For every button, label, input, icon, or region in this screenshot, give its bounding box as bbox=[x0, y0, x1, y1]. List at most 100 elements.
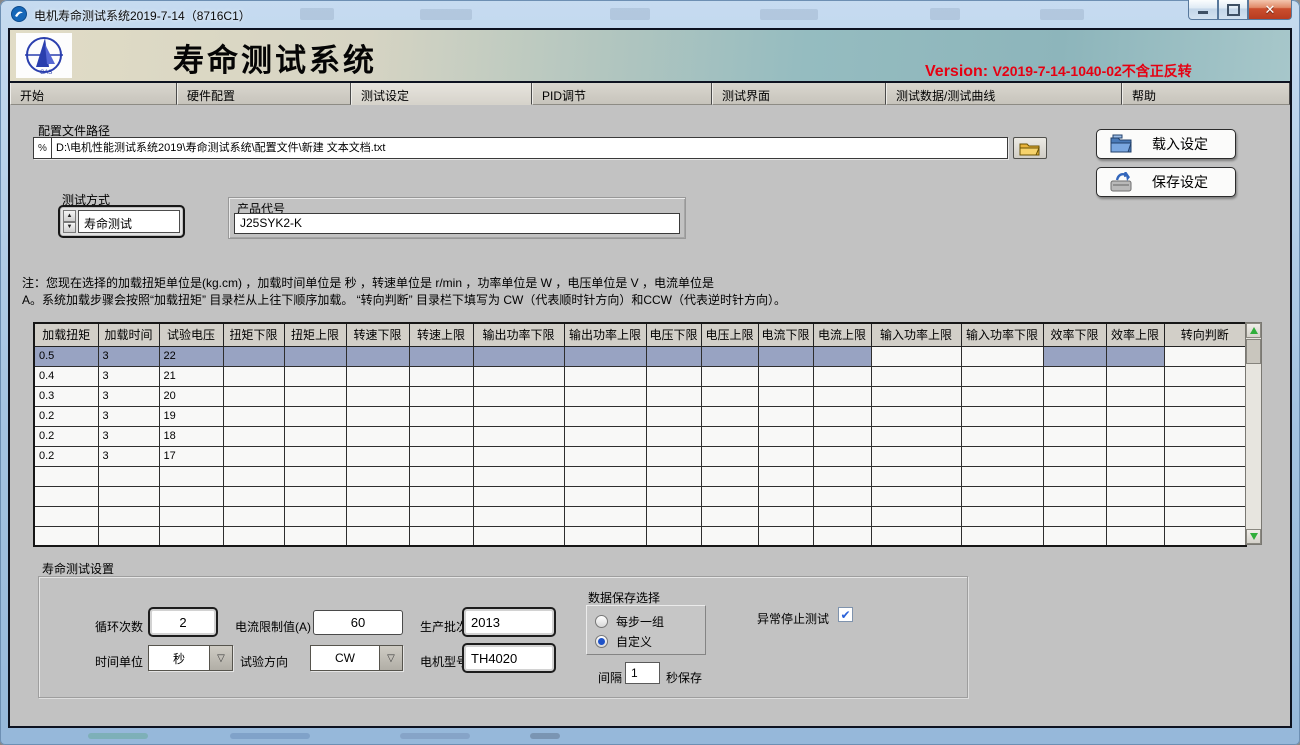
table-cell[interactable] bbox=[1164, 506, 1246, 526]
table-cell[interactable] bbox=[1043, 466, 1106, 486]
column-header[interactable]: 输出功率下限 bbox=[473, 323, 564, 346]
maximize-button[interactable] bbox=[1218, 0, 1248, 20]
table-cell[interactable]: 0.2 bbox=[34, 426, 98, 446]
table-cell[interactable] bbox=[564, 446, 646, 466]
table-cell[interactable] bbox=[646, 346, 701, 366]
table-cell[interactable] bbox=[346, 506, 409, 526]
table-cell[interactable] bbox=[1164, 366, 1246, 386]
table-cell[interactable] bbox=[409, 426, 473, 446]
column-header[interactable]: 输出功率上限 bbox=[564, 323, 646, 346]
tab-5[interactable]: 测试数据/测试曲线 bbox=[886, 83, 1122, 105]
table-cell[interactable]: 3 bbox=[98, 366, 159, 386]
table-cell[interactable] bbox=[813, 406, 871, 426]
table-cell[interactable]: 17 bbox=[159, 446, 223, 466]
table-cell[interactable] bbox=[473, 346, 564, 366]
table-cell[interactable] bbox=[701, 366, 758, 386]
table-cell[interactable] bbox=[223, 426, 284, 446]
column-header[interactable]: 试验电压 bbox=[159, 323, 223, 346]
table-cell[interactable] bbox=[1106, 446, 1164, 466]
table-cell[interactable] bbox=[284, 406, 346, 426]
table-cell[interactable] bbox=[701, 406, 758, 426]
table-cell[interactable] bbox=[473, 486, 564, 506]
browse-button[interactable] bbox=[1013, 137, 1047, 159]
table-cell[interactable] bbox=[646, 466, 701, 486]
table-cell[interactable] bbox=[701, 526, 758, 546]
table-cell[interactable] bbox=[284, 426, 346, 446]
table-cell[interactable]: 21 bbox=[159, 366, 223, 386]
table-cell[interactable]: 0.5 bbox=[34, 346, 98, 366]
table-cell[interactable] bbox=[701, 426, 758, 446]
table-cell[interactable]: 3 bbox=[98, 346, 159, 366]
column-header[interactable]: 加载扭矩 bbox=[34, 323, 98, 346]
column-header[interactable]: 电流下限 bbox=[758, 323, 813, 346]
table-cell[interactable] bbox=[871, 386, 961, 406]
direction-dropdown[interactable]: CW ▽ bbox=[310, 645, 403, 671]
table-cell[interactable] bbox=[346, 346, 409, 366]
table-cell[interactable] bbox=[346, 446, 409, 466]
column-header[interactable]: 加载时间 bbox=[98, 323, 159, 346]
spinner-up-icon[interactable]: ▲ bbox=[63, 210, 76, 222]
table-cell[interactable]: 20 bbox=[159, 386, 223, 406]
table-cell[interactable] bbox=[346, 526, 409, 546]
table-cell[interactable] bbox=[758, 466, 813, 486]
motor-model-input[interactable]: TH4020 bbox=[462, 643, 556, 673]
table-cell[interactable] bbox=[346, 386, 409, 406]
save-settings-button[interactable]: 保存设定 bbox=[1096, 167, 1236, 197]
column-header[interactable]: 电压下限 bbox=[646, 323, 701, 346]
table-cell[interactable] bbox=[1043, 426, 1106, 446]
tab-0[interactable]: 开始 bbox=[10, 83, 177, 105]
table-cell[interactable] bbox=[409, 526, 473, 546]
time-unit-dropdown[interactable]: 秒 ▽ bbox=[148, 645, 233, 671]
table-cell[interactable] bbox=[701, 466, 758, 486]
table-cell[interactable] bbox=[284, 366, 346, 386]
chevron-down-icon[interactable]: ▽ bbox=[379, 646, 402, 670]
table-cell[interactable] bbox=[284, 346, 346, 366]
table-cell[interactable] bbox=[1106, 486, 1164, 506]
table-scrollbar[interactable] bbox=[1245, 322, 1262, 545]
table-cell[interactable] bbox=[813, 486, 871, 506]
table-cell[interactable] bbox=[564, 346, 646, 366]
column-header[interactable]: 扭矩上限 bbox=[284, 323, 346, 346]
table-cell[interactable] bbox=[701, 346, 758, 366]
table-cell[interactable] bbox=[1043, 406, 1106, 426]
table-cell[interactable] bbox=[813, 346, 871, 366]
spinner-down-icon[interactable]: ▼ bbox=[63, 222, 76, 234]
table-cell[interactable] bbox=[1043, 346, 1106, 366]
table-cell[interactable] bbox=[961, 346, 1043, 366]
table-cell[interactable] bbox=[871, 446, 961, 466]
tab-2[interactable]: 测试设定 bbox=[351, 83, 532, 105]
table-cell[interactable] bbox=[223, 486, 284, 506]
table-cell[interactable] bbox=[701, 386, 758, 406]
table-cell[interactable] bbox=[1106, 406, 1164, 426]
close-button[interactable]: ✕ bbox=[1248, 0, 1292, 20]
table-cell[interactable] bbox=[284, 446, 346, 466]
table-cell[interactable] bbox=[646, 526, 701, 546]
table-cell[interactable] bbox=[473, 506, 564, 526]
table-cell[interactable] bbox=[223, 526, 284, 546]
table-cell[interactable] bbox=[871, 466, 961, 486]
table-cell[interactable] bbox=[346, 426, 409, 446]
table-cell[interactable] bbox=[1164, 526, 1246, 546]
table-cell[interactable] bbox=[1106, 466, 1164, 486]
table-cell[interactable] bbox=[409, 346, 473, 366]
table-cell[interactable] bbox=[159, 466, 223, 486]
table-cell[interactable] bbox=[473, 466, 564, 486]
batch-input[interactable]: 2013 bbox=[462, 607, 556, 637]
column-header[interactable]: 转速上限 bbox=[409, 323, 473, 346]
table-cell[interactable] bbox=[646, 406, 701, 426]
table-cell[interactable] bbox=[961, 386, 1043, 406]
table-cell[interactable] bbox=[758, 346, 813, 366]
table-cell[interactable] bbox=[34, 466, 98, 486]
table-cell[interactable] bbox=[346, 406, 409, 426]
table-cell[interactable] bbox=[564, 426, 646, 446]
table-cell[interactable] bbox=[409, 486, 473, 506]
table-cell[interactable] bbox=[284, 526, 346, 546]
table-cell[interactable] bbox=[34, 486, 98, 506]
table-cell[interactable] bbox=[1164, 346, 1246, 366]
table-cell[interactable] bbox=[223, 466, 284, 486]
save-mode-option-each-step[interactable]: 每步一组 bbox=[595, 611, 705, 631]
table-cell[interactable] bbox=[473, 526, 564, 546]
test-mode-value[interactable]: 寿命测试 bbox=[78, 210, 180, 233]
table-cell[interactable] bbox=[223, 446, 284, 466]
config-path-input[interactable]: D:\电机性能测试系统2019\寿命测试系统\配置文件\新建 文本文档.txt bbox=[52, 138, 1007, 158]
